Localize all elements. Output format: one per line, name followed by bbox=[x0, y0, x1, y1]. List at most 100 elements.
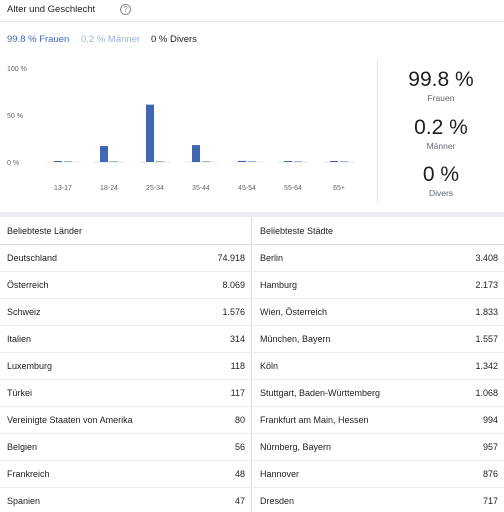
city-value: 994 bbox=[482, 415, 498, 425]
country-value: 118 bbox=[230, 361, 245, 371]
city-name: Berlin bbox=[260, 253, 284, 263]
summary-women-label: Frauen bbox=[427, 93, 455, 103]
filter-diverse[interactable]: 0 % Divers bbox=[151, 34, 197, 45]
city-name: Köln bbox=[260, 361, 279, 371]
city-value: 2.173 bbox=[475, 280, 498, 290]
table-row: Türkei 117 bbox=[0, 380, 251, 407]
x-tick-label: 13-17 bbox=[54, 185, 72, 192]
country-value: 117 bbox=[230, 388, 245, 398]
filter-men[interactable]: 0.2 % Männer bbox=[81, 34, 140, 45]
summary-men-label: Männer bbox=[426, 141, 456, 151]
x-tick-label: 25-34 bbox=[146, 185, 164, 192]
country-value: 314 bbox=[229, 334, 245, 344]
city-value: 1.342 bbox=[475, 361, 498, 371]
y-tick-label: 0 % bbox=[7, 160, 19, 167]
city-value: 1.068 bbox=[475, 388, 498, 398]
x-tick-label: 65+ bbox=[333, 185, 345, 192]
help-icon[interactable]: ? bbox=[120, 4, 131, 15]
bar-men bbox=[248, 161, 256, 162]
table-row: Wien, Österreich 1.833 bbox=[253, 299, 504, 326]
summary-women: 99.8 % Frauen bbox=[378, 68, 504, 104]
table-row: Frankreich 48 bbox=[0, 461, 251, 488]
bar-women bbox=[146, 104, 154, 162]
table-row: München, Bayern 1.557 bbox=[253, 326, 504, 353]
countries-header: Beliebteste Länder bbox=[0, 217, 251, 245]
country-name: Belgien bbox=[7, 442, 38, 452]
bar-men bbox=[64, 161, 72, 162]
bar-women bbox=[192, 145, 200, 162]
summary-diverse-label: Divers bbox=[428, 188, 454, 198]
filter-women[interactable]: 99.8 % Frauen bbox=[7, 34, 69, 45]
table-row: Belgien 56 bbox=[0, 434, 251, 461]
table-row: Frankfurt am Main, Hessen 994 bbox=[253, 407, 504, 434]
country-name: Schweiz bbox=[7, 307, 41, 317]
city-name: Dresden bbox=[260, 496, 295, 506]
country-value: 56 bbox=[234, 442, 245, 452]
top-countries-table: Beliebteste Länder Deutschland 74.918 Öst… bbox=[0, 217, 252, 512]
summary-men-value: 0.2 % bbox=[414, 116, 468, 139]
city-value: 717 bbox=[482, 496, 498, 506]
bar-women bbox=[330, 161, 338, 162]
country-name: Deutschland bbox=[7, 253, 58, 263]
table-row: Spanien 47 bbox=[0, 488, 251, 512]
table-row: Stuttgart, Baden-Württemberg 1.068 bbox=[253, 380, 504, 407]
x-tick-label: 35-44 bbox=[192, 185, 210, 192]
country-name: Frankreich bbox=[7, 469, 50, 479]
city-value: 876 bbox=[482, 469, 498, 479]
x-tick-label: 45-54 bbox=[238, 185, 256, 192]
country-name: Österreich bbox=[7, 280, 49, 290]
y-tick-label: 50 % bbox=[7, 113, 23, 120]
country-value: 48 bbox=[234, 469, 245, 479]
x-tick-label: 18-24 bbox=[100, 185, 118, 192]
bar-men bbox=[202, 161, 210, 162]
city-value: 3.408 bbox=[475, 253, 498, 263]
section-title: Alter und Geschlecht bbox=[7, 4, 96, 15]
bar-women bbox=[238, 160, 246, 162]
age-gender-chart-svg: 100 % 50 % 0 % 13-17 18-24 25-34 35-44 45-54 55-… bbox=[7, 66, 355, 192]
city-name: Stuttgart, Baden-Württemberg bbox=[260, 388, 381, 398]
country-name: Spanien bbox=[7, 496, 41, 506]
city-name: Frankfurt am Main, Hessen bbox=[260, 415, 369, 425]
city-name: München, Bayern bbox=[260, 334, 331, 344]
summary-women-value: 99.8 % bbox=[408, 68, 474, 91]
city-name: Wien, Österreich bbox=[260, 307, 328, 317]
table-row: Italien 314 bbox=[0, 326, 251, 353]
bar-men bbox=[294, 161, 302, 162]
y-tick-label: 100 % bbox=[7, 66, 27, 73]
table-row: Berlin 3.408 bbox=[253, 245, 504, 272]
summary-men: 0.2 % Männer bbox=[378, 116, 504, 152]
table-row: Vereinigte Staaten von Amerika 80 bbox=[0, 407, 251, 434]
summary-diverse-value: 0 % bbox=[422, 163, 460, 186]
bar-men bbox=[156, 161, 164, 162]
table-row: Köln 1.342 bbox=[253, 353, 504, 380]
country-value: 74.918 bbox=[217, 253, 245, 263]
table-row: Hamburg 2.173 bbox=[253, 272, 504, 299]
table-row: Hannover 876 bbox=[253, 461, 504, 488]
country-value: 1.576 bbox=[222, 307, 245, 317]
bar-women bbox=[100, 146, 108, 162]
city-value: 957 bbox=[482, 442, 498, 452]
top-cities-table: Beliebteste Städte Berlin 3.408 Hamburg 2.… bbox=[253, 217, 504, 512]
table-row: Dresden 717 bbox=[253, 488, 504, 512]
city-name: Hamburg bbox=[260, 280, 298, 290]
section-header: Alter und Geschlecht ? bbox=[0, 0, 504, 22]
table-row: Deutschland 74.918 bbox=[0, 245, 251, 272]
summary-diverse: 0 % Divers bbox=[378, 163, 504, 199]
country-name: Vereinigte Staaten von Amerika bbox=[7, 415, 133, 425]
country-name: Türkei bbox=[7, 388, 33, 398]
bar-men bbox=[340, 161, 348, 162]
x-tick-label: 55-64 bbox=[284, 185, 302, 192]
cities-header: Beliebteste Städte bbox=[253, 217, 504, 245]
city-name: Nürnberg, Bayern bbox=[260, 442, 332, 452]
bar-women bbox=[54, 161, 62, 162]
table-row: Österreich 8.069 bbox=[0, 272, 251, 299]
country-value: 80 bbox=[234, 415, 245, 425]
table-row: Schweiz 1.576 bbox=[0, 299, 251, 326]
bar-women bbox=[284, 161, 292, 162]
bar-men bbox=[110, 161, 118, 162]
country-value: 8.069 bbox=[222, 280, 245, 290]
age-gender-chart: 100 % 50 % 0 % 13-17 18-24 25-34 35-44 45-54 55-… bbox=[0, 58, 370, 198]
table-row: Luxemburg 118 bbox=[0, 353, 251, 380]
city-value: 1.833 bbox=[475, 307, 498, 317]
country-name: Luxemburg bbox=[7, 361, 53, 371]
